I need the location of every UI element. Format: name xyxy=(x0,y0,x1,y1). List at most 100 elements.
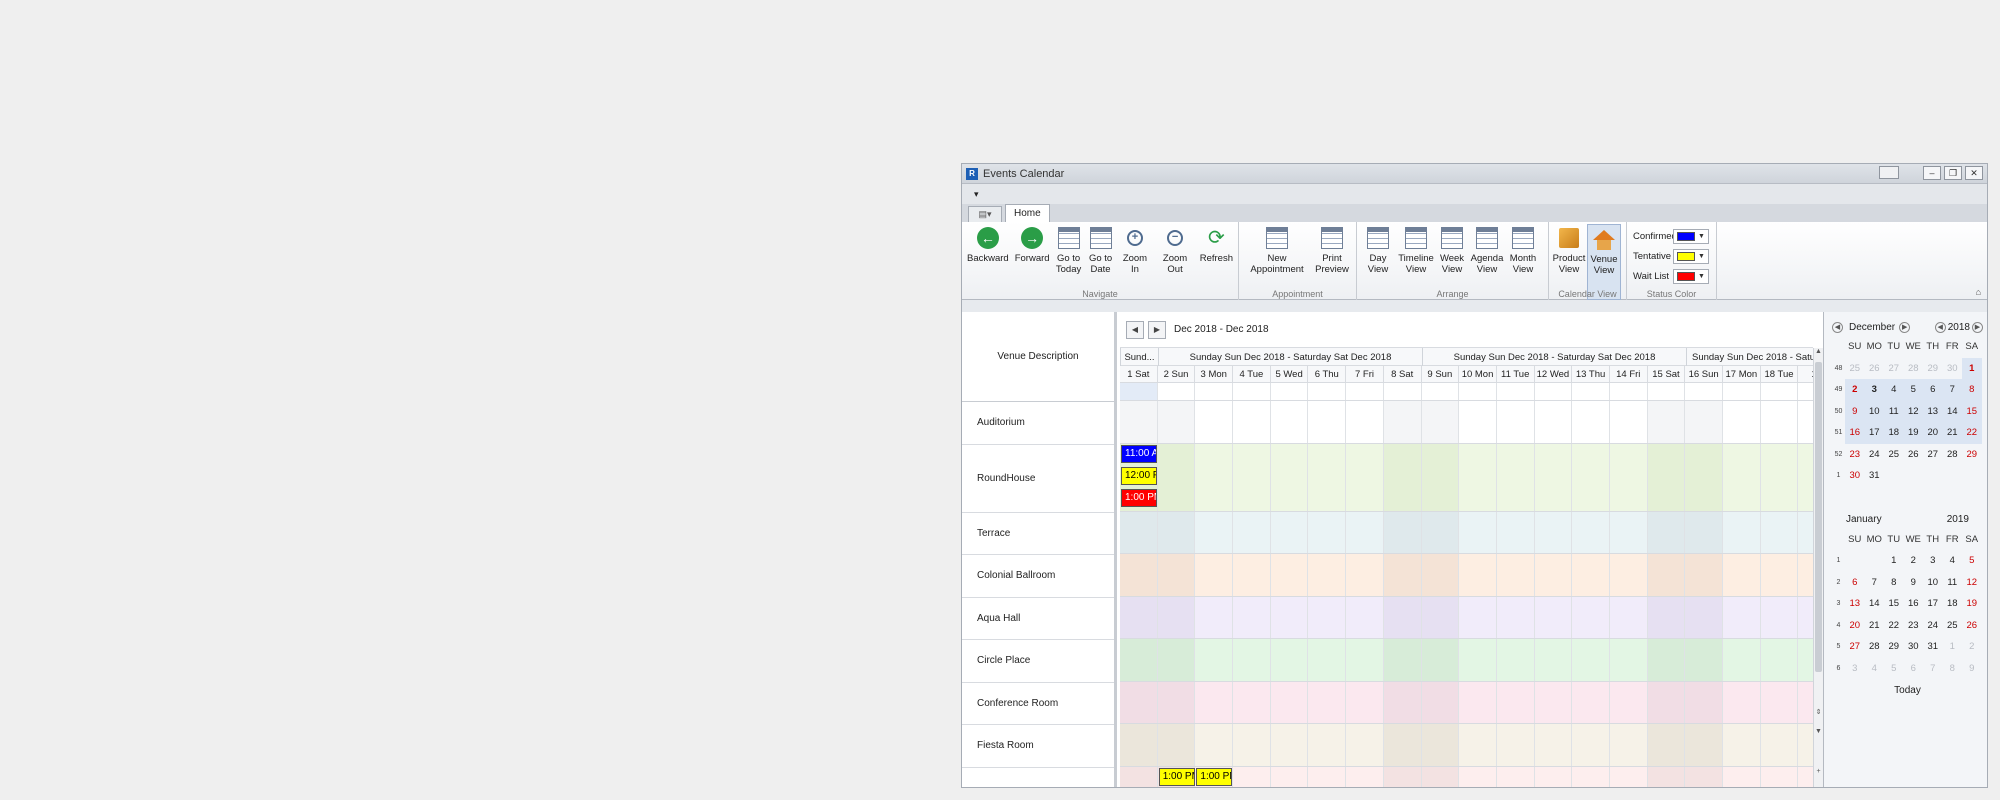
calendar-day[interactable]: 12 xyxy=(1962,572,1982,594)
time-cell[interactable] xyxy=(1496,511,1535,553)
all-day-cell[interactable] xyxy=(1270,383,1309,400)
time-cell[interactable] xyxy=(1308,511,1347,553)
time-cell[interactable] xyxy=(1760,443,1799,511)
venue-row[interactable] xyxy=(962,768,1114,788)
calendar-day[interactable]: 15 xyxy=(1962,400,1982,422)
tab-home[interactable]: Home xyxy=(1005,204,1050,222)
calendar-day[interactable]: 11 xyxy=(1943,572,1963,594)
time-cell[interactable] xyxy=(1572,596,1610,638)
time-cell[interactable] xyxy=(1798,401,1813,443)
time-cell[interactable] xyxy=(1233,639,1271,681)
time-cell[interactable] xyxy=(1308,401,1347,443)
all-day-cell[interactable] xyxy=(1233,383,1271,400)
scroll-expand-icon[interactable]: ⇕ xyxy=(1814,708,1823,716)
time-cell[interactable] xyxy=(1233,554,1271,596)
time-cell[interactable] xyxy=(1233,511,1271,553)
time-cell[interactable] xyxy=(1120,766,1158,787)
time-cell[interactable] xyxy=(1685,724,1723,766)
time-cell[interactable] xyxy=(1195,554,1234,596)
calendar-day[interactable]: 5 xyxy=(1884,658,1904,680)
calendar-day[interactable]: 25 xyxy=(1845,358,1865,380)
time-cell[interactable] xyxy=(1346,724,1384,766)
scroll-next-icon[interactable]: ▼ xyxy=(1814,728,1823,735)
calendar-day[interactable]: 21 xyxy=(1865,615,1885,637)
all-day-cell[interactable] xyxy=(1760,383,1799,400)
calendar-day[interactable]: 4 xyxy=(1943,550,1963,572)
calendar-day[interactable]: 9 xyxy=(1962,658,1982,680)
time-cell[interactable] xyxy=(1120,596,1158,638)
time-cell[interactable] xyxy=(1383,766,1422,787)
time-cell[interactable] xyxy=(1534,511,1573,553)
time-cell[interactable] xyxy=(1723,401,1761,443)
time-cell[interactable] xyxy=(1760,401,1799,443)
time-cell[interactable] xyxy=(1723,639,1761,681)
time-cell[interactable] xyxy=(1647,596,1686,638)
collapse-ribbon-icon[interactable]: ⌂ xyxy=(1976,287,1981,297)
all-day-cell[interactable] xyxy=(1157,383,1196,400)
time-cell[interactable] xyxy=(1685,401,1723,443)
scroll-up-icon[interactable]: ▲ xyxy=(1814,348,1823,355)
time-cell[interactable] xyxy=(1647,401,1686,443)
time-cell[interactable] xyxy=(1459,511,1497,553)
time-cell[interactable] xyxy=(1157,724,1196,766)
time-cell[interactable] xyxy=(1383,639,1422,681)
time-cell[interactable] xyxy=(1120,554,1158,596)
time-cell[interactable] xyxy=(1798,639,1813,681)
time-cell[interactable] xyxy=(1195,681,1234,723)
time-cell[interactable] xyxy=(1157,511,1196,553)
all-day-cell[interactable] xyxy=(1308,383,1347,400)
time-cell[interactable] xyxy=(1609,681,1648,723)
time-cell[interactable] xyxy=(1609,596,1648,638)
time-cell[interactable] xyxy=(1572,681,1610,723)
next-year-icon[interactable]: ▶ xyxy=(1972,321,1983,333)
next-period-button[interactable]: ▶ xyxy=(1148,320,1166,339)
time-cell[interactable] xyxy=(1534,681,1573,723)
time-cell[interactable] xyxy=(1383,443,1422,511)
time-cell[interactable] xyxy=(1120,401,1158,443)
time-cell[interactable] xyxy=(1195,596,1234,638)
time-cell[interactable] xyxy=(1572,443,1610,511)
calendar-day[interactable]: 2 xyxy=(1845,379,1865,401)
time-cell[interactable] xyxy=(1270,766,1309,787)
venue-description-header[interactable]: Venue Description xyxy=(962,312,1114,402)
time-cell[interactable] xyxy=(1233,443,1271,511)
venue-row[interactable]: Colonial Ballroom xyxy=(962,555,1114,598)
calendar-day[interactable]: 21 xyxy=(1942,422,1962,444)
time-cell[interactable] xyxy=(1157,639,1196,681)
appointment[interactable]: 1:00 PM xyxy=(1121,488,1157,507)
calendar-day[interactable]: 16 xyxy=(1845,422,1865,444)
time-cell[interactable] xyxy=(1760,681,1799,723)
calendar-day[interactable]: 26 xyxy=(1904,444,1924,466)
time-cell[interactable] xyxy=(1120,724,1158,766)
calendar-day[interactable]: 14 xyxy=(1865,593,1885,615)
calendar-day[interactable]: 15 xyxy=(1884,593,1904,615)
time-cell[interactable] xyxy=(1233,596,1271,638)
time-cell[interactable] xyxy=(1798,443,1813,511)
scroll-add-icon[interactable]: + xyxy=(1814,768,1823,775)
calendar-day[interactable]: 30 xyxy=(1943,358,1963,380)
time-cell[interactable] xyxy=(1647,724,1686,766)
time-cell[interactable] xyxy=(1609,443,1648,511)
today-button[interactable]: Today xyxy=(1832,685,1983,696)
all-day-cell[interactable] xyxy=(1421,383,1460,400)
time-cell[interactable] xyxy=(1270,554,1309,596)
time-cell[interactable] xyxy=(1270,596,1309,638)
calendar-day[interactable]: 9 xyxy=(1845,400,1865,422)
calendar-day[interactable]: 10 xyxy=(1864,400,1884,422)
time-cell[interactable] xyxy=(1459,681,1497,723)
time-cell[interactable] xyxy=(1534,596,1573,638)
time-cell[interactable] xyxy=(1120,681,1158,723)
calendar-day[interactable]: 5 xyxy=(1962,550,1982,572)
wait-list-color-picker[interactable]: ▼ xyxy=(1673,268,1709,284)
calendar-day[interactable]: 29 xyxy=(1884,636,1904,658)
time-cell[interactable] xyxy=(1233,401,1271,443)
calendar-day[interactable]: 6 xyxy=(1923,379,1943,401)
calendar-day[interactable]: 24 xyxy=(1865,444,1885,466)
time-cell[interactable] xyxy=(1270,681,1309,723)
window-extra-button[interactable] xyxy=(1879,166,1899,179)
time-cell[interactable] xyxy=(1685,639,1723,681)
time-cell[interactable] xyxy=(1609,401,1648,443)
time-cell[interactable] xyxy=(1383,596,1422,638)
time-cell[interactable] xyxy=(1647,443,1686,511)
time-cell[interactable] xyxy=(1270,639,1309,681)
